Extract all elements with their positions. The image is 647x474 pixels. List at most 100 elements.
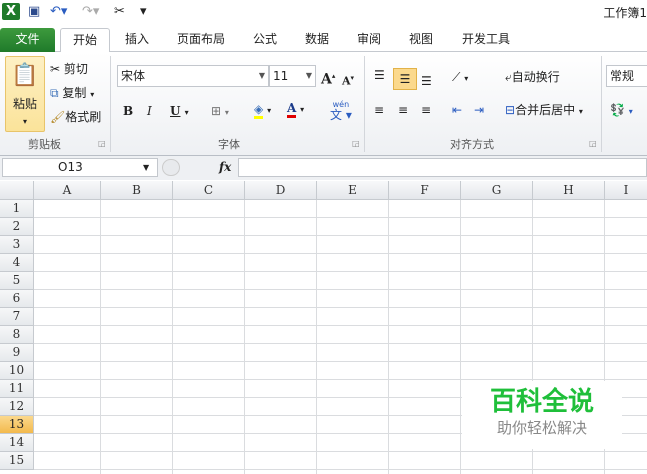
watermark: 百科全说 助你轻松解决 bbox=[462, 381, 622, 449]
gridline bbox=[34, 325, 647, 326]
dialog-launcher-icon[interactable]: ◲ bbox=[352, 139, 360, 148]
column-header-E[interactable]: E bbox=[317, 181, 389, 200]
row-header-4[interactable]: 4 bbox=[0, 254, 34, 272]
tab-page-layout[interactable]: 页面布局 bbox=[170, 28, 232, 52]
tab-data[interactable]: 数据 bbox=[296, 28, 338, 52]
phonetic-button[interactable]: wén 文 ▾ bbox=[330, 100, 352, 121]
save-icon[interactable]: ▣ bbox=[28, 3, 40, 20]
redo-icon[interactable]: ↷▾ bbox=[82, 3, 99, 20]
align-left-button[interactable]: ≡ bbox=[374, 101, 384, 119]
tab-home[interactable]: 开始 bbox=[60, 28, 110, 53]
tab-developer[interactable]: 开发工具 bbox=[455, 28, 517, 52]
increase-indent-button[interactable]: ⇥ bbox=[474, 101, 484, 119]
tools-icon[interactable]: ✂ bbox=[114, 3, 125, 20]
chevron-down-icon: ▾ bbox=[300, 105, 305, 114]
customize-qat-icon[interactable]: ▾ bbox=[140, 3, 147, 20]
underline-button[interactable]: U ▾ bbox=[170, 102, 189, 121]
gridline bbox=[34, 307, 647, 308]
italic-button[interactable]: I bbox=[147, 102, 152, 120]
tab-formulas[interactable]: 公式 bbox=[244, 28, 286, 52]
undo-icon[interactable]: ↶▾ bbox=[50, 3, 67, 20]
merge-icon: ⊟ bbox=[505, 103, 516, 117]
row-header-12[interactable]: 12 bbox=[0, 398, 34, 416]
font-name-select[interactable]: 宋体 ▼ bbox=[117, 65, 269, 87]
scissors-icon: ✂ bbox=[50, 62, 64, 76]
align-bottom-button[interactable]: ☰ bbox=[421, 72, 432, 90]
orientation-button[interactable]: ⟋ ▾ bbox=[452, 68, 468, 88]
tab-review[interactable]: 审阅 bbox=[348, 28, 390, 52]
align-top-button[interactable]: ☰ bbox=[374, 66, 385, 84]
fill-color-button[interactable]: ◈ ▾ bbox=[254, 100, 271, 120]
shrink-font-button[interactable]: A▾ bbox=[342, 69, 354, 91]
row-header-3[interactable]: 3 bbox=[0, 236, 34, 254]
dialog-launcher-icon[interactable]: ◲ bbox=[589, 139, 597, 148]
chevron-down-icon: ▼ bbox=[258, 71, 265, 80]
border-icon: ⊞ bbox=[211, 104, 222, 118]
font-color-label: A bbox=[287, 101, 297, 118]
row-header-7[interactable]: 7 bbox=[0, 308, 34, 326]
ribbon: 📋 粘贴 ▾ ✂ 剪切 ⧉ 复制 ▾ 🖌格式刷 剪贴板 ◲ 宋体 ▼ 11 ▼ A▴… bbox=[0, 52, 647, 156]
align-center-button[interactable]: ≡ bbox=[398, 101, 408, 119]
formula-input[interactable] bbox=[238, 158, 647, 177]
gridline bbox=[34, 343, 647, 344]
grow-font-button[interactable]: A▴ bbox=[321, 67, 335, 89]
tab-insert[interactable]: 插入 bbox=[115, 28, 159, 52]
borders-button[interactable]: ⊞ ▾ bbox=[211, 102, 229, 122]
formula-bar: O13 ▼ fx bbox=[0, 156, 647, 180]
chevron-down-icon[interactable]: ▼ bbox=[143, 159, 149, 176]
row-header-14[interactable]: 14 bbox=[0, 434, 34, 452]
row-header-13[interactable]: 13 bbox=[0, 416, 34, 434]
paste-icon: 📋 bbox=[11, 63, 39, 88]
gridline bbox=[34, 271, 647, 272]
font-color-button[interactable]: A ▾ bbox=[287, 99, 304, 119]
column-header-I[interactable]: I bbox=[605, 181, 647, 200]
bold-button[interactable]: B bbox=[123, 102, 133, 120]
name-box[interactable]: O13 ▼ bbox=[2, 158, 158, 177]
accounting-format-button[interactable]: 💱 ▾ bbox=[610, 101, 633, 121]
gridline bbox=[34, 379, 647, 380]
row-header-15[interactable]: 15 bbox=[0, 452, 34, 470]
select-all-button[interactable] bbox=[0, 181, 34, 200]
align-right-button[interactable]: ≡ bbox=[421, 101, 431, 119]
divider bbox=[364, 56, 365, 152]
column-header-G[interactable]: G bbox=[461, 181, 533, 200]
tab-file[interactable]: 文件 bbox=[0, 28, 55, 52]
quick-access-toolbar: X ▣ ↶▾ ↷▾ ✂ ▾ 工作簿1 bbox=[0, 0, 647, 24]
column-header-B[interactable]: B bbox=[101, 181, 173, 200]
copy-icon: ⧉ bbox=[50, 86, 63, 100]
align-middle-button[interactable]: ☰ bbox=[393, 68, 417, 90]
decrease-indent-button[interactable]: ⇤ bbox=[452, 101, 462, 119]
format-painter-button[interactable]: 🖌格式刷 bbox=[50, 108, 101, 126]
cut-button[interactable]: ✂ 剪切 bbox=[50, 60, 88, 78]
wrap-text-button[interactable]: ⤶自动换行 bbox=[505, 68, 560, 86]
column-header-D[interactable]: D bbox=[245, 181, 317, 200]
row-header-5[interactable]: 5 bbox=[0, 272, 34, 290]
wrap-text-icon: ⤶ bbox=[505, 70, 512, 84]
paste-label: 粘贴 bbox=[12, 97, 37, 111]
tab-view[interactable]: 视图 bbox=[400, 28, 442, 52]
underline-label: U bbox=[170, 104, 181, 118]
row-header-1[interactable]: 1 bbox=[0, 200, 34, 218]
paste-button[interactable]: 📋 粘贴 ▾ bbox=[5, 56, 45, 132]
chevron-down-icon: ▾ bbox=[267, 106, 272, 115]
chevron-down-icon: ▾ bbox=[578, 107, 583, 116]
resize-handle[interactable] bbox=[162, 159, 180, 176]
copy-button[interactable]: ⧉ 复制 ▾ bbox=[50, 84, 94, 104]
row-header-11[interactable]: 11 bbox=[0, 380, 34, 398]
insert-function-button[interactable]: fx bbox=[219, 160, 231, 174]
column-header-F[interactable]: F bbox=[389, 181, 461, 200]
watermark-subtitle: 助你轻松解决 bbox=[496, 419, 587, 437]
dialog-launcher-icon[interactable]: ◲ bbox=[98, 139, 106, 148]
number-format-select[interactable]: 常规 bbox=[606, 65, 647, 87]
merge-center-button[interactable]: ⊟合并后居中 ▾ bbox=[505, 101, 583, 121]
row-header-10[interactable]: 10 bbox=[0, 362, 34, 380]
column-header-C[interactable]: C bbox=[173, 181, 245, 200]
row-header-6[interactable]: 6 bbox=[0, 290, 34, 308]
row-header-9[interactable]: 9 bbox=[0, 344, 34, 362]
row-header-2[interactable]: 2 bbox=[0, 218, 34, 236]
copy-label: 复制 bbox=[62, 86, 87, 100]
row-header-8[interactable]: 8 bbox=[0, 326, 34, 344]
column-header-A[interactable]: A bbox=[34, 181, 101, 200]
font-size-select[interactable]: 11 ▼ bbox=[269, 65, 316, 87]
column-header-H[interactable]: H bbox=[533, 181, 605, 200]
